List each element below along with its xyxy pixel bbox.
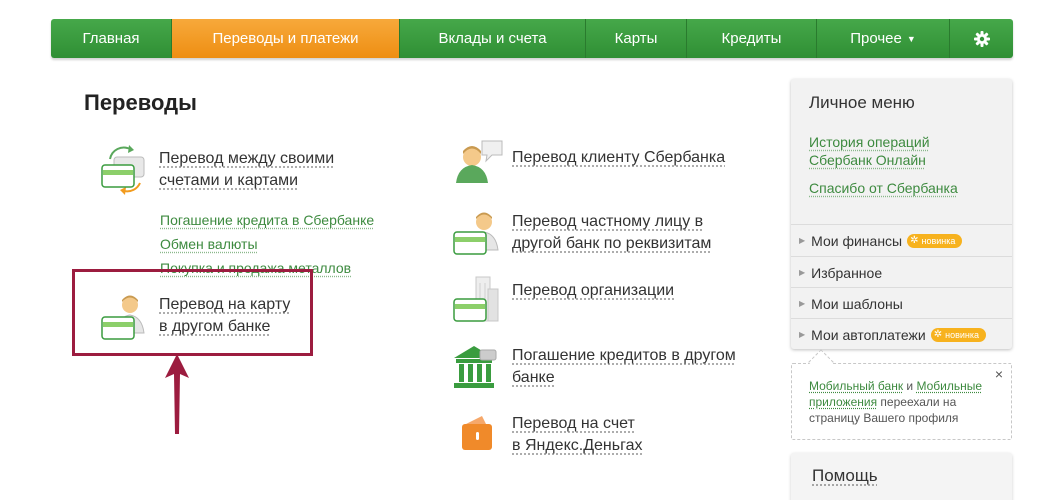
history-link[interactable]: История операций Сбербанк Онлайн (809, 133, 930, 169)
nav-deposits[interactable]: Вклады и счета (400, 19, 586, 58)
own-transfer-item[interactable]: Перевод между своими счетами и картами (100, 145, 334, 195)
triangle-right-icon: ▶ (799, 299, 805, 308)
sublink-currency-exchange[interactable]: Обмен валюты (160, 232, 374, 256)
person-chat-icon (452, 137, 506, 187)
sidebar-item-templates[interactable]: ▶ Мои шаблоны (791, 288, 1012, 319)
yandex-transfer-item[interactable]: Перевод на счет в Яндекс.Деньгах (452, 412, 642, 462)
sublink-loan-repay[interactable]: Погашение кредита в Сбербанке (160, 208, 374, 232)
wallet-icon (452, 412, 506, 462)
gear-icon: ✲ (910, 235, 918, 246)
nav-settings[interactable] (950, 19, 1013, 58)
nav-home[interactable]: Главная (51, 19, 172, 58)
page-title: Переводы (84, 90, 197, 116)
new-badge-label: новинка (945, 330, 979, 340)
client-transfer-item[interactable]: Перевод клиенту Сбербанка (452, 137, 725, 187)
card-person-icon (452, 210, 506, 260)
own-transfer-line2[interactable]: счетами и картами (159, 172, 298, 189)
nav-cards[interactable]: Карты (586, 19, 687, 58)
private-transfer-item[interactable]: Перевод частному лицу в другой банк по р… (452, 210, 711, 260)
bank-building-icon (452, 344, 506, 394)
history-link-line1: История операций (809, 134, 930, 150)
triangle-right-icon: ▶ (799, 268, 805, 277)
sidebar-item-autopayments[interactable]: ▶ Мои автоплатежи ✲ новинка (791, 319, 1012, 350)
notice-and: и (903, 379, 916, 393)
nav-credits[interactable]: Кредиты (687, 19, 817, 58)
close-icon[interactable]: × (995, 366, 1003, 382)
sidebar-item-favorites[interactable]: ▶ Избранное (791, 257, 1012, 288)
sidebar-item-finances[interactable]: ▶ Мои финансы ✲ новинка (791, 225, 1012, 256)
notice-text: Мобильный банк и Мобильные приложения пе… (809, 378, 999, 426)
private-transfer-line2[interactable]: другой банк по реквизитам (512, 235, 711, 252)
gear-icon: ✲ (934, 329, 942, 340)
highlight-box (72, 269, 313, 356)
own-transfer-line1[interactable]: Перевод между своими (159, 150, 334, 167)
triangle-right-icon: ▶ (799, 236, 805, 245)
yandex-transfer-line2[interactable]: в Яндекс.Деньгах (512, 437, 642, 454)
nav-transfers[interactable]: Переводы и платежи (172, 19, 400, 58)
sidebar-item-finances-label: Мои финансы (811, 233, 902, 249)
gear-icon (974, 31, 990, 47)
loan-repay-item[interactable]: Погашение кредитов в другом банке (452, 344, 736, 394)
personal-menu: Личное меню История операций Сбербанк Он… (791, 79, 1012, 349)
yandex-transfer-line1[interactable]: Перевод на счет (512, 415, 635, 432)
new-badge: ✲ новинка (907, 234, 962, 248)
nav-other-label: Прочее (850, 30, 902, 47)
spasibo-link[interactable]: Спасибо от Сбербанка (809, 179, 958, 197)
arrow-up-icon (164, 354, 190, 436)
chevron-down-icon: ▼ (907, 34, 916, 44)
sidebar-item-favorites-label: Избранное (811, 265, 882, 281)
personal-menu-title: Личное меню (809, 93, 915, 113)
loan-repay-line1[interactable]: Погашение кредитов в другом (512, 347, 736, 364)
org-transfer-item[interactable]: Перевод организации (452, 275, 674, 325)
sidebar-item-templates-label: Мои шаблоны (811, 296, 903, 312)
nav-transfers-label: Переводы и платежи (212, 30, 358, 47)
nav-other[interactable]: Прочее ▼ (817, 19, 950, 58)
help-panel: Помощь (791, 453, 1012, 500)
main-nav: Главная Переводы и платежи Вклады и счет… (51, 19, 1013, 58)
mobile-bank-link[interactable]: Мобильный банк (809, 379, 903, 393)
nav-cards-label: Карты (615, 30, 658, 47)
building-card-icon (452, 275, 506, 325)
private-transfer-line1[interactable]: Перевод частному лицу в (512, 213, 703, 230)
help-link[interactable]: Помощь (812, 466, 878, 486)
client-transfer-label[interactable]: Перевод клиенту Сбербанка (512, 149, 725, 166)
new-badge-label: новинка (922, 236, 956, 246)
org-transfer-label[interactable]: Перевод организации (512, 282, 674, 299)
nav-credits-label: Кредиты (722, 30, 782, 47)
history-link-line2: Сбербанк Онлайн (809, 152, 926, 168)
nav-deposits-label: Вклады и счета (438, 30, 546, 47)
nav-home-label: Главная (82, 30, 139, 47)
sidebar-item-autopayments-label: Мои автоплатежи (811, 327, 926, 343)
loan-repay-line2[interactable]: банке (512, 369, 555, 386)
triangle-right-icon: ▶ (799, 330, 805, 339)
cards-exchange-icon (100, 145, 154, 195)
new-badge: ✲ новинка (931, 328, 986, 342)
mobile-notice: Мобильный банк и Мобильные приложения пе… (791, 363, 1012, 440)
